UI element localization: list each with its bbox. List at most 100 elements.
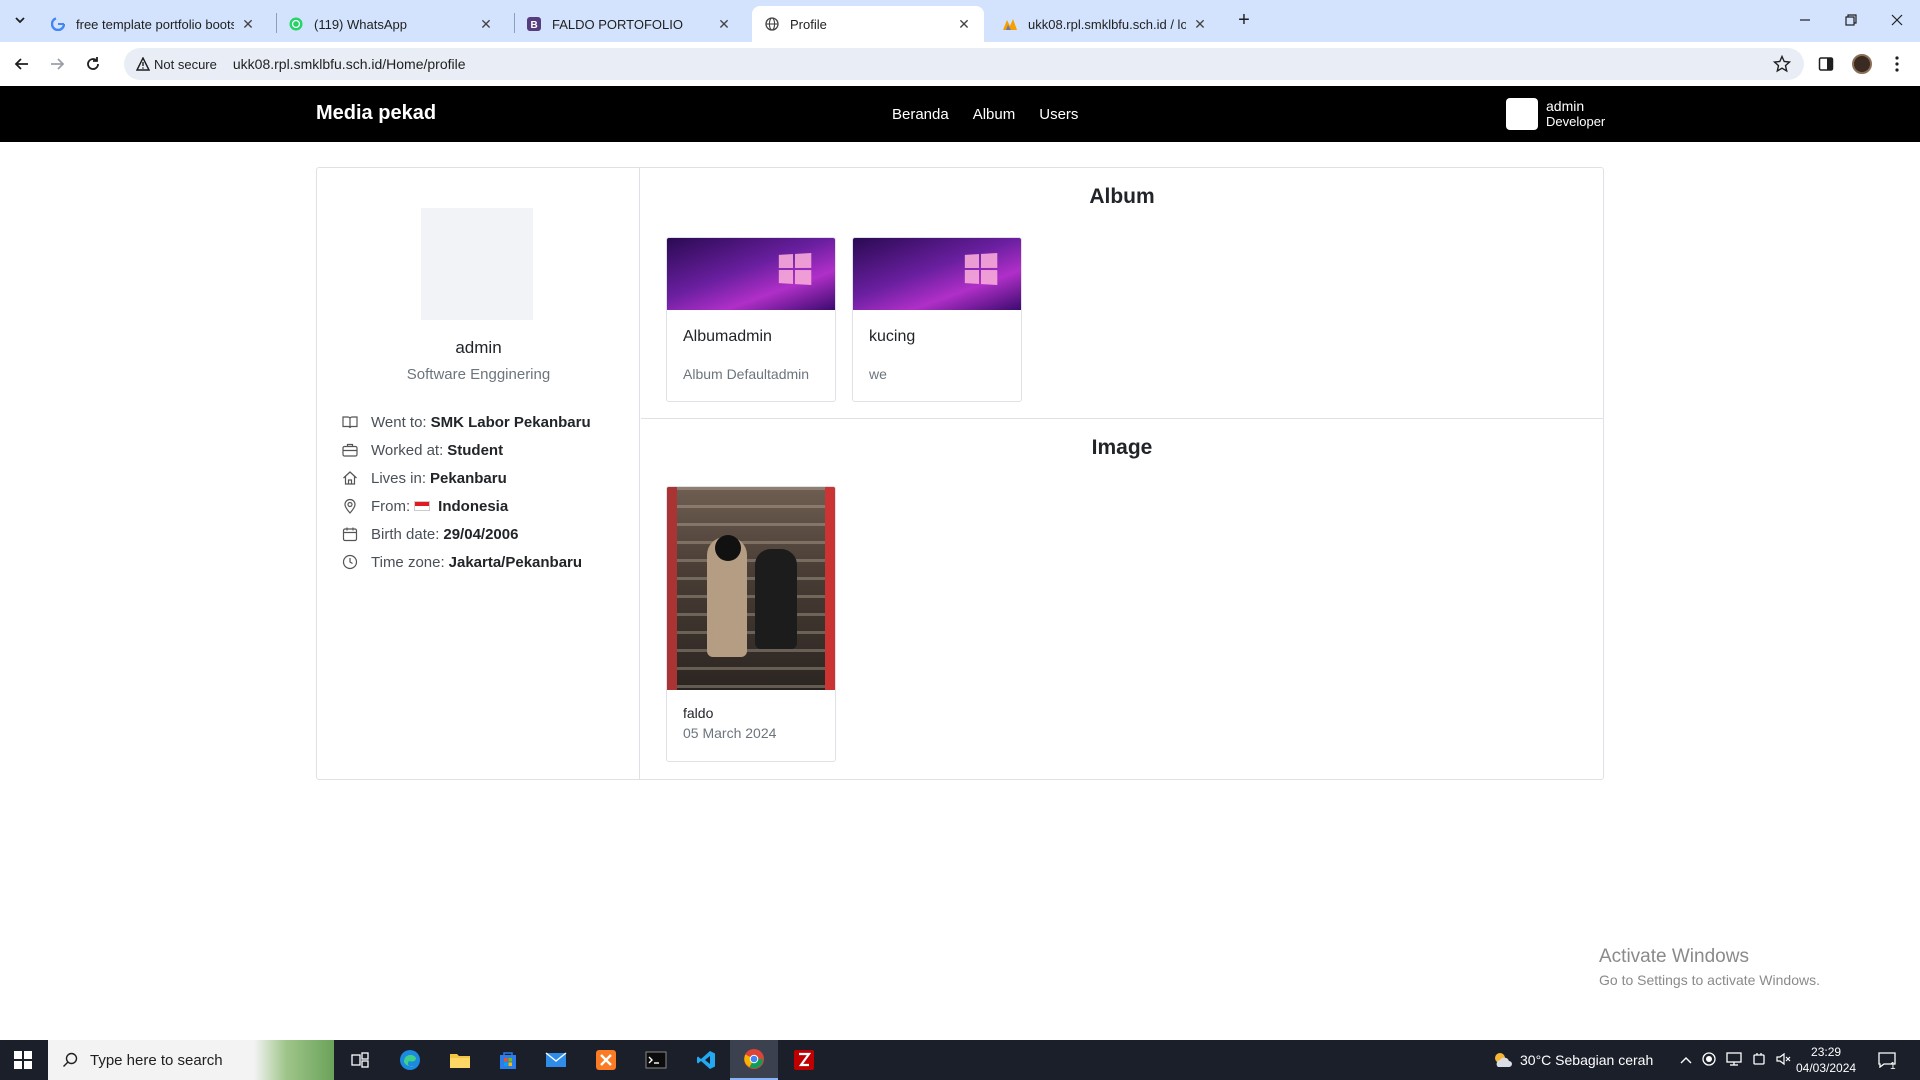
notification-button[interactable]: 1 bbox=[1878, 1040, 1896, 1080]
clock-time: 23:29 bbox=[1811, 1045, 1842, 1059]
network-icon[interactable] bbox=[1726, 1051, 1742, 1069]
tab-title: FALDO PORTOFOLIO bbox=[552, 16, 683, 32]
search-icon bbox=[63, 1052, 78, 1067]
watermark-title: Activate Windows bbox=[1599, 946, 1749, 967]
windows-logo-icon bbox=[778, 252, 812, 286]
close-window-button[interactable] bbox=[1874, 0, 1920, 40]
task-view-icon bbox=[351, 1052, 369, 1068]
security-chip[interactable]: Not secure bbox=[130, 57, 227, 72]
weather-widget[interactable]: 30°C Sebagian cerah bbox=[1492, 1040, 1653, 1080]
nav-links: Beranda Album Users bbox=[892, 106, 1078, 123]
side-panel-button[interactable] bbox=[1814, 52, 1838, 76]
image-name: faldo bbox=[683, 705, 714, 721]
store-icon bbox=[500, 1052, 516, 1069]
url-text[interactable]: ukk08.rpl.smklbfu.sch.id/Home/profile bbox=[233, 56, 466, 72]
browser-tab[interactable]: ukk08.rpl.smklbfu.sch.id / locall ✕ bbox=[990, 6, 1220, 42]
info-label: Time zone: bbox=[371, 553, 445, 571]
profile-avatar bbox=[421, 208, 533, 320]
taskbar-clock[interactable]: 23:29 04/03/2024 bbox=[1796, 1044, 1856, 1076]
filezilla-icon bbox=[794, 1050, 814, 1070]
close-tab-icon[interactable]: ✕ bbox=[956, 16, 972, 32]
info-birth-date: Birth date: 29/04/2006 bbox=[341, 520, 591, 548]
menu-button[interactable] bbox=[1885, 52, 1909, 76]
album-description: Album Defaultadmin bbox=[683, 366, 810, 382]
restore-button[interactable] bbox=[1828, 0, 1874, 40]
info-label: Went to: bbox=[371, 413, 427, 431]
profile-button[interactable] bbox=[1850, 52, 1874, 76]
vscode-icon bbox=[697, 1051, 715, 1069]
user-menu[interactable]: admin Developer bbox=[1506, 98, 1605, 130]
forward-button[interactable] bbox=[43, 50, 71, 78]
taskbar-edge[interactable] bbox=[386, 1040, 434, 1080]
windows-start-icon bbox=[14, 1051, 32, 1069]
nav-link-users[interactable]: Users bbox=[1039, 106, 1078, 123]
album-thumbnail bbox=[853, 238, 1021, 310]
clock-date: 04/03/2024 bbox=[1796, 1061, 1857, 1075]
user-avatar bbox=[1506, 98, 1538, 130]
arrow-left-icon bbox=[14, 58, 28, 70]
taskbar-file-explorer[interactable] bbox=[436, 1040, 484, 1080]
user-name: admin bbox=[1546, 98, 1585, 114]
tab-search-button[interactable] bbox=[8, 8, 32, 32]
back-button[interactable] bbox=[8, 50, 36, 78]
record-icon[interactable] bbox=[1702, 1051, 1716, 1069]
weather-cloud-sun-icon bbox=[1495, 1053, 1512, 1067]
info-label: Birth date: bbox=[371, 525, 440, 543]
close-tab-icon[interactable]: ✕ bbox=[478, 16, 494, 32]
taskbar-store[interactable] bbox=[484, 1040, 532, 1080]
battery-plug-icon[interactable] bbox=[1752, 1052, 1766, 1069]
taskbar-mail[interactable] bbox=[532, 1040, 580, 1080]
browser-tab[interactable]: B FALDO PORTOFOLIO ✕ bbox=[514, 6, 744, 42]
info-lives-in: Lives in: Pekanbaru bbox=[341, 464, 591, 492]
taskbar-vscode[interactable] bbox=[682, 1040, 730, 1080]
close-tab-icon[interactable]: ✕ bbox=[716, 16, 732, 32]
image-date: 05 March 2024 bbox=[683, 725, 777, 741]
edge-icon bbox=[400, 1050, 420, 1070]
watermark-subtitle: Go to Settings to activate Windows. bbox=[1599, 972, 1820, 988]
chevron-up-icon[interactable] bbox=[1680, 1052, 1692, 1068]
start-button[interactable] bbox=[0, 1040, 46, 1080]
browser-tab[interactable]: free template portfolio bootstra ✕ bbox=[38, 6, 268, 42]
nav-link-beranda[interactable]: Beranda bbox=[892, 106, 949, 123]
folder-icon bbox=[450, 1054, 470, 1068]
site-brand[interactable]: Media pekad bbox=[316, 102, 436, 125]
info-went-to: Went to: SMK Labor Pekanbaru bbox=[341, 408, 591, 436]
browser-tab[interactable]: (119) WhatsApp ✕ bbox=[276, 6, 506, 42]
windows-taskbar: Type here to search 30°C Sebagian cerah bbox=[0, 1040, 1920, 1080]
terminal-icon bbox=[645, 1051, 667, 1069]
search-placeholder: Type here to search bbox=[90, 1051, 223, 1069]
taskbar-chrome[interactable] bbox=[730, 1040, 778, 1080]
close-tab-icon[interactable]: ✕ bbox=[240, 16, 256, 32]
info-value: SMK Labor Pekanbaru bbox=[430, 413, 591, 431]
reload-button[interactable] bbox=[79, 50, 107, 78]
album-card[interactable]: kucing we bbox=[852, 237, 1022, 402]
minimize-button[interactable] bbox=[1782, 0, 1828, 40]
book-icon bbox=[341, 413, 359, 431]
album-description: we bbox=[869, 366, 887, 382]
notification-count: 1 bbox=[1890, 1060, 1896, 1072]
taskbar-terminal[interactable] bbox=[632, 1040, 680, 1080]
address-bar[interactable]: Not secure ukk08.rpl.smklbfu.sch.id/Home… bbox=[124, 48, 1804, 80]
bookmark-star-icon[interactable] bbox=[1772, 54, 1792, 74]
tab-title: ukk08.rpl.smklbfu.sch.id / locall bbox=[1028, 16, 1186, 32]
browser-tab-active[interactable]: Profile ✕ bbox=[752, 6, 984, 42]
nav-link-album[interactable]: Album bbox=[973, 106, 1016, 123]
security-label: Not secure bbox=[154, 56, 217, 72]
kebab-menu-icon bbox=[1895, 56, 1899, 72]
taskbar-search[interactable]: Type here to search bbox=[48, 1040, 334, 1080]
minimize-icon bbox=[1800, 19, 1810, 21]
profile-name: admin bbox=[455, 338, 502, 357]
album-name: Albumadmin bbox=[683, 328, 772, 345]
close-tab-icon[interactable]: ✕ bbox=[1192, 16, 1208, 32]
chevron-down-icon bbox=[15, 17, 25, 24]
globe-icon bbox=[764, 16, 780, 32]
new-tab-button[interactable]: + bbox=[1232, 8, 1256, 32]
album-card[interactable]: Albumadmin Album Defaultadmin bbox=[666, 237, 836, 402]
image-card[interactable]: faldo 05 March 2024 bbox=[666, 486, 836, 762]
task-view-button[interactable] bbox=[336, 1040, 384, 1080]
taskbar-filezilla[interactable] bbox=[780, 1040, 828, 1080]
weather-text: 30°C Sebagian cerah bbox=[1520, 1052, 1654, 1068]
taskbar-xampp[interactable] bbox=[582, 1040, 630, 1080]
warning-icon bbox=[136, 57, 150, 71]
volume-muted-icon[interactable] bbox=[1776, 1052, 1792, 1069]
